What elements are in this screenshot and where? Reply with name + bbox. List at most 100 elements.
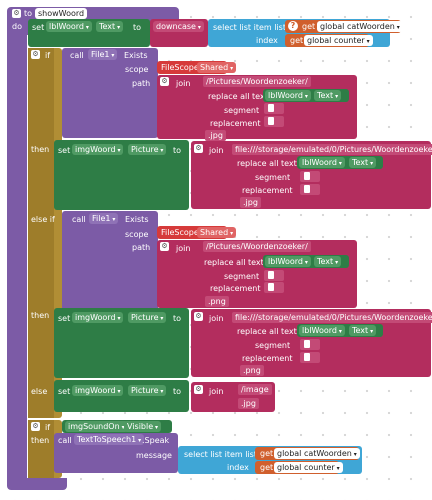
shared-dropdown-2[interactable]: Shared <box>197 227 237 238</box>
call-label-2: call <box>72 215 86 224</box>
to-label-else: to <box>173 387 182 396</box>
exists-label-1: Exists <box>124 51 148 60</box>
lblwoord-get-dropdown-2[interactable]: lblWoord <box>299 157 345 168</box>
path-string-1[interactable]: /Pictures/Woordenzoeker/ <box>203 76 311 87</box>
index-label-2: index <box>227 463 249 472</box>
file-path-string-2[interactable]: file:///storage/emulated/0/Pictures/Woor… <box>232 312 432 323</box>
tts-dropdown[interactable]: TextToSpeech1 <box>74 434 145 445</box>
set-label-then1: set <box>58 146 71 155</box>
call-label-1: call <box>70 51 84 60</box>
proc-do-label: do <box>12 22 22 31</box>
question-icon[interactable]: ? <box>288 21 298 31</box>
visible-dropdown[interactable]: Visible <box>124 421 162 432</box>
file-exists-block-1[interactable] <box>62 48 158 138</box>
downcase-dropdown[interactable]: downcase <box>153 21 204 32</box>
text-get-dropdown-4[interactable]: Text <box>349 325 377 336</box>
jpg-string-1[interactable]: .jpg <box>205 130 226 141</box>
jpg-string-2[interactable]: .jpg <box>240 197 261 208</box>
procedure-footer <box>7 478 67 490</box>
then-label-2: then <box>31 311 50 320</box>
segment-string-3[interactable] <box>264 270 284 281</box>
replacement-label-1: replacement <box>210 119 261 128</box>
catwoorden-dropdown[interactable]: global catWoorden <box>317 21 403 32</box>
text-get-dropdown-2[interactable]: Text <box>349 157 377 168</box>
catwoorden-dropdown-2[interactable]: global catWoorden <box>274 448 360 459</box>
join-gear-icon-5[interactable]: ⚙ <box>194 385 203 394</box>
replacement-label-2: replacement <box>242 186 293 195</box>
imgwoord-dropdown-1[interactable]: imgWoord <box>72 144 124 155</box>
shared-dropdown-1[interactable]: Shared <box>197 62 237 73</box>
else-label: else <box>31 387 48 396</box>
replacement-string-4[interactable] <box>300 352 320 363</box>
text-get-dropdown-3[interactable]: Text <box>314 256 342 267</box>
imgwoord-dropdown-2[interactable]: imgWoord <box>72 312 124 323</box>
join-label-2: join <box>209 146 224 155</box>
elseif-label: else if <box>31 215 55 224</box>
to-label-then1: to <box>173 146 182 155</box>
path-string-2[interactable]: /Pictures/Woordenzoeker/ <box>203 241 311 252</box>
if-label: if <box>45 51 51 60</box>
then-label-1: then <box>31 145 50 154</box>
path-label-2: path <box>132 243 151 252</box>
text-prop-dropdown[interactable]: Text <box>96 21 124 32</box>
if-gear-icon[interactable]: ⚙ <box>31 50 40 59</box>
replacement-label-3: replacement <box>210 284 261 293</box>
segment-string-2[interactable] <box>300 171 320 182</box>
procedure-left-bar <box>7 35 27 485</box>
select-list-label: select list item list <box>213 23 286 32</box>
replacement-string-2[interactable] <box>300 184 320 195</box>
imgsoundon-dropdown[interactable]: imgSoundOn <box>65 421 128 432</box>
gear-icon[interactable]: ⚙ <box>12 9 21 18</box>
replacement-string-1[interactable] <box>264 116 284 127</box>
join-gear-icon-3[interactable]: ⚙ <box>160 242 169 251</box>
lblwoord-dropdown[interactable]: lblWoord <box>46 21 92 32</box>
image-string[interactable]: /image <box>238 384 272 395</box>
replace-label-4: replace all text <box>237 327 297 336</box>
counter-dropdown[interactable]: global counter <box>304 35 373 46</box>
lblwoord-get-dropdown-1[interactable]: lblWoord <box>265 90 311 101</box>
get-label-2: get <box>290 36 304 45</box>
text-get-dropdown-1[interactable]: Text <box>314 90 342 101</box>
join-gear-icon-2[interactable]: ⚙ <box>194 144 203 153</box>
jpg-string-3[interactable]: .jpg <box>238 398 259 409</box>
get-label-4: get <box>260 463 274 472</box>
segment-string-4[interactable] <box>300 339 320 350</box>
lblwoord-get-dropdown-3[interactable]: lblWoord <box>265 256 311 267</box>
segment-label-3: segment <box>224 272 260 281</box>
filescope-label-1: FileScope <box>161 63 199 72</box>
replacement-string-3[interactable] <box>264 282 284 293</box>
select-list-label-2: select list item list <box>184 450 257 459</box>
picture-dropdown-3[interactable]: Picture <box>128 385 167 396</box>
segment-label-4: segment <box>255 341 291 350</box>
join-label-4: join <box>209 314 224 323</box>
imgwoord-dropdown-3[interactable]: imgWoord <box>72 385 124 396</box>
set-label: set <box>32 23 45 32</box>
file-path-string-1[interactable]: file:///storage/emulated/0/Pictures/Woor… <box>232 144 432 155</box>
replace-label-2: replace all text <box>237 159 297 168</box>
scope-label-2: scope <box>125 230 149 239</box>
replacement-label-4: replacement <box>242 354 293 363</box>
join-gear-icon-1[interactable]: ⚙ <box>160 77 169 86</box>
counter-dropdown-2[interactable]: global counter <box>274 462 343 473</box>
if-sound-gear-icon[interactable]: ⚙ <box>31 422 40 431</box>
replace-label-3: replace all text <box>204 258 264 267</box>
join-gear-icon-4[interactable]: ⚙ <box>194 312 203 321</box>
set-label-else: set <box>58 387 71 396</box>
file1-dropdown-1[interactable]: File1 <box>88 49 118 60</box>
picture-dropdown-1[interactable]: Picture <box>128 144 167 155</box>
get-label-1: get <box>302 22 316 31</box>
file-exists-block-2[interactable] <box>62 211 158 311</box>
proc-name-field[interactable]: showWoord <box>35 8 88 19</box>
png-string-1[interactable]: .png <box>205 296 229 307</box>
lblwoord-get-dropdown-4[interactable]: lblWoord <box>299 325 345 336</box>
exists-label-2: Exists <box>125 215 149 224</box>
segment-string-1[interactable] <box>264 103 284 114</box>
filescope-label-2: FileScope <box>161 228 199 237</box>
file1-dropdown-2[interactable]: File1 <box>89 213 119 224</box>
segment-label-2: segment <box>255 173 291 182</box>
tts-call-label: call <box>58 436 72 445</box>
picture-dropdown-2[interactable]: Picture <box>128 312 167 323</box>
speak-label: .Speak <box>142 436 170 445</box>
proc-to-label: to <box>24 9 33 18</box>
png-string-2[interactable]: .png <box>240 365 264 376</box>
